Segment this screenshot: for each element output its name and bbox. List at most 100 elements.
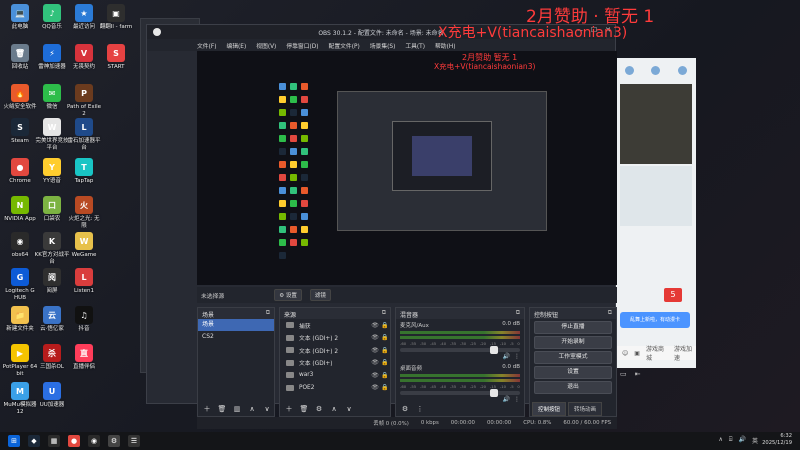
desktop-icon[interactable]: V 无畏契约 xyxy=(66,44,102,71)
visibility-icon[interactable]: 👁 xyxy=(370,384,380,391)
visibility-icon[interactable]: 👁 xyxy=(370,372,380,379)
desktop-icon[interactable]: 杀三国杀OL xyxy=(34,344,70,371)
control-button[interactable]: 开始录制 xyxy=(534,336,612,349)
fader-knob[interactable] xyxy=(490,389,499,397)
desktop-icon[interactable]: G Logitech G HUB xyxy=(2,268,38,302)
add-source-icon[interactable]: ＋ xyxy=(284,404,294,414)
tab-controls[interactable]: 控制按钮 xyxy=(532,402,567,416)
desktop-icon[interactable]: ★ 最近访问 xyxy=(66,4,102,31)
app-promo-banner[interactable]: 乱舞上新啦，有动漫卡 xyxy=(620,312,690,328)
desktop-icon[interactable]: K KK官方对战平台 xyxy=(34,232,70,266)
track-menu-icon[interactable]: ⋮ xyxy=(514,353,520,360)
source-item[interactable]: 文本 (GDI+) 2 👁 🔒 xyxy=(280,332,390,345)
app-link-boost[interactable]: 游戏加速 xyxy=(674,344,696,362)
undock-icon[interactable]: ⧉ xyxy=(266,309,270,317)
desktop-icon[interactable]: ● Chrome xyxy=(2,158,38,185)
desktop-icon[interactable]: W 完美世界竞技平台 xyxy=(34,118,70,152)
source-item[interactable]: 文本 (GDI+) 2 👁 🔒 xyxy=(280,344,390,357)
volume-fader[interactable] xyxy=(400,346,520,354)
lock-icon[interactable]: 🔒 xyxy=(380,384,390,391)
desktop-icon[interactable]: ◉ obs64 xyxy=(2,232,38,259)
remove-source-icon[interactable]: 🗑 xyxy=(299,405,309,413)
move-down-icon[interactable]: ∨ xyxy=(262,405,272,413)
desktop-icon[interactable]: M MuMu模拟器12 xyxy=(2,382,38,416)
desktop-icon[interactable]: T TapTap xyxy=(66,158,102,185)
visibility-icon[interactable]: 👁 xyxy=(370,334,380,341)
input-method[interactable]: 英 xyxy=(752,436,758,445)
source-properties-icon[interactable]: ⚙ xyxy=(314,405,324,413)
scene-item[interactable]: CS2 xyxy=(198,331,274,343)
app-banner-image[interactable] xyxy=(620,84,692,164)
control-button[interactable]: 停止直播 xyxy=(534,321,612,334)
scene-item[interactable]: 场景 xyxy=(198,319,274,331)
volume-icon[interactable]: 🔊 xyxy=(739,436,746,445)
collapse-icon[interactable]: ⇤ xyxy=(635,370,641,378)
desktop-icon[interactable]: W WeGame xyxy=(66,232,102,259)
add-scene-icon[interactable]: ＋ xyxy=(202,404,212,414)
source-item[interactable]: POE2 👁 🔒 xyxy=(280,382,390,395)
desktop-icon[interactable]: 口口袋农 xyxy=(34,196,70,223)
mute-icon[interactable]: 🔊 xyxy=(503,353,510,360)
desktop-icon[interactable]: 🗑 回收站 xyxy=(2,44,38,71)
image-icon[interactable]: ▣ xyxy=(634,350,640,357)
lock-icon[interactable]: 🔒 xyxy=(380,359,390,366)
desktop-icon[interactable]: 🔥 火绒安全软件 xyxy=(2,84,38,111)
smile-icon[interactable]: ☺ xyxy=(622,350,628,357)
desktop-icon[interactable]: 直直播伴侣 xyxy=(66,344,102,371)
desktop-icon[interactable]: L 雷石加速器平台 xyxy=(66,118,102,152)
promo-badge[interactable]: 5 xyxy=(664,288,682,302)
scene-filter-icon[interactable]: ▥ xyxy=(232,405,242,413)
control-button[interactable]: 退出 xyxy=(534,381,612,394)
chevron-up-icon[interactable]: ∧ xyxy=(718,436,722,445)
lock-icon[interactable]: 🔒 xyxy=(380,334,390,341)
remove-scene-icon[interactable]: 🗑 xyxy=(217,405,227,413)
obs-preview-canvas[interactable] xyxy=(197,51,617,285)
lock-icon[interactable]: 🔒 xyxy=(380,347,390,354)
taskbar-app-icon[interactable]: ▦ xyxy=(48,435,60,447)
desktop-icon[interactable]: L Listen1 xyxy=(66,268,102,295)
source-settings-button[interactable]: ⚙ 设置 xyxy=(274,289,302,301)
desktop-icon[interactable]: ♫ 抖音 xyxy=(66,306,102,333)
message-icon[interactable]: ▭ xyxy=(620,370,627,378)
desktop-icon[interactable]: Y YY语音 xyxy=(34,158,70,185)
taskbar-app-icon[interactable]: ☰ xyxy=(128,435,140,447)
desktop-icon[interactable]: 云云·悟亿家 xyxy=(34,306,70,333)
source-item[interactable]: 文本 (GDI+) 👁 🔒 xyxy=(280,357,390,370)
desktop-icon[interactable]: 火火炬之光: 无限 xyxy=(66,196,102,230)
volume-fader[interactable] xyxy=(400,389,520,397)
source-item[interactable]: 捕获 👁 🔒 xyxy=(280,319,390,332)
lock-icon[interactable]: 🔒 xyxy=(380,372,390,379)
desktop-icon[interactable]: 阅阅屏 xyxy=(34,268,70,295)
taskbar-app-icon[interactable]: ⊞ xyxy=(8,435,20,447)
tab-transitions[interactable]: 转场动画 xyxy=(568,402,603,416)
app-link-shop[interactable]: 游戏商城 xyxy=(646,344,668,362)
app-avatar-icon[interactable] xyxy=(651,65,661,75)
lock-icon[interactable]: 🔒 xyxy=(380,322,390,329)
desktop-icon[interactable]: N NVIDIA App xyxy=(2,196,38,223)
menu-item[interactable]: 配置文件(P) xyxy=(329,41,360,50)
desktop-icon[interactable]: U UU加速器 xyxy=(34,382,70,409)
move-up-icon[interactable]: ∧ xyxy=(247,405,257,413)
clock[interactable]: 6:32 2025/12/19 xyxy=(762,433,792,447)
visibility-icon[interactable]: 👁 xyxy=(370,359,380,366)
taskbar-app-icon[interactable]: ◆ xyxy=(28,435,40,447)
desktop-icon[interactable]: ⚡ 雷神加速器 xyxy=(34,44,70,71)
menu-item[interactable]: 场景集(S) xyxy=(370,41,396,50)
source-item[interactable]: war3 👁 🔒 xyxy=(280,369,390,382)
desktop-icon[interactable]: 💻 此电脑 xyxy=(2,4,38,31)
menu-item[interactable]: 文件(F) xyxy=(197,41,216,50)
mixer-settings-icon[interactable]: ⚙ xyxy=(400,405,410,413)
visibility-icon[interactable]: 👁 xyxy=(370,347,380,354)
fader-knob[interactable] xyxy=(490,346,499,354)
control-button[interactable]: 设置 xyxy=(534,366,612,379)
undock-icon[interactable]: ⧉ xyxy=(516,309,520,317)
menu-item[interactable]: 工具(T) xyxy=(405,41,425,50)
desktop-icon[interactable]: S START xyxy=(98,44,134,71)
menu-item[interactable]: 编辑(E) xyxy=(226,41,246,50)
visibility-icon[interactable]: 👁 xyxy=(370,322,380,329)
taskbar-app-icon[interactable]: ◉ xyxy=(88,435,100,447)
desktop-icon[interactable]: ✉ 微信 xyxy=(34,84,70,111)
menu-item[interactable]: 停靠窗口(D) xyxy=(286,41,318,50)
desktop-icon[interactable]: ♪ QQ音乐 xyxy=(34,4,70,31)
menu-item[interactable]: 视图(V) xyxy=(256,41,276,50)
